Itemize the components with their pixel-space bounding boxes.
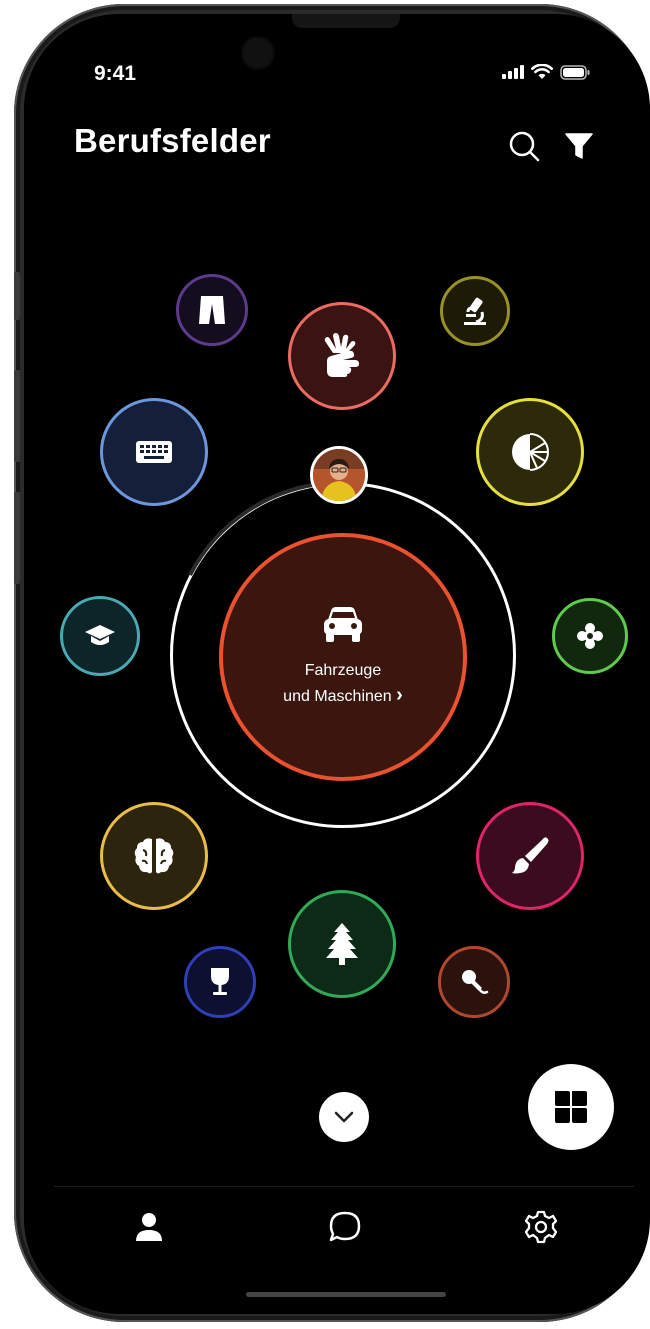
top-notch — [292, 14, 400, 28]
graduation-cap-icon — [85, 625, 115, 645]
selected-field-label-line2-text: und Maschinen — [283, 688, 392, 705]
page-title: Berufsfelder — [74, 122, 271, 159]
search-icon — [509, 131, 540, 162]
selected-field-label: Fahrzeuge und Maschinen › — [283, 659, 403, 709]
selected-field-button[interactable]: Fahrzeuge und Maschinen › — [219, 533, 467, 781]
field-sign-language[interactable] — [288, 302, 396, 410]
keyboard-icon — [136, 441, 172, 463]
cellular-signal-icon — [502, 65, 524, 79]
field-it[interactable] — [100, 398, 208, 506]
field-economy[interactable] — [476, 398, 584, 506]
field-education[interactable] — [60, 596, 140, 676]
paintbrush-icon — [512, 837, 549, 874]
brain-icon — [134, 838, 174, 874]
profile-icon — [136, 1213, 162, 1241]
chart-icon — [512, 433, 549, 471]
filter-icon — [565, 133, 593, 159]
field-media[interactable] — [438, 946, 510, 1018]
grid-view-icon — [555, 1091, 587, 1123]
app-screen: 9:41 Berufsfelder Fahrzeuge und Maschine… — [24, 14, 650, 1314]
sign-language-icon — [324, 333, 359, 377]
wine-glass-icon — [211, 968, 229, 995]
status-time: 9:41 — [94, 62, 137, 85]
tab-settings[interactable] — [518, 1204, 564, 1250]
field-psychology[interactable] — [100, 802, 208, 910]
wifi-icon — [531, 64, 553, 79]
field-laboratory[interactable] — [440, 276, 510, 346]
grid-view-button[interactable] — [528, 1064, 614, 1150]
field-nature[interactable] — [552, 598, 628, 674]
tabbar-divider — [54, 1186, 634, 1187]
field-forestry[interactable] — [288, 890, 396, 998]
tab-chat[interactable] — [322, 1204, 368, 1250]
field-art[interactable] — [476, 802, 584, 910]
car-icon — [324, 607, 362, 642]
gear-icon — [524, 1210, 558, 1244]
battery-icon — [560, 64, 590, 80]
chat-bubble-icon — [329, 1211, 361, 1242]
chevron-right-icon: › — [396, 684, 403, 706]
home-indicator — [246, 1292, 446, 1297]
volume-up-button — [14, 370, 20, 462]
silent-switch — [14, 272, 20, 320]
microscope-icon — [464, 297, 486, 325]
field-gastronomy[interactable] — [184, 946, 256, 1018]
selected-field-label-line2: und Maschinen › — [283, 683, 403, 709]
front-camera — [243, 38, 273, 68]
tree-icon — [326, 923, 358, 965]
tab-profile[interactable] — [126, 1204, 172, 1250]
clothing-icon — [199, 296, 225, 324]
volume-down-button — [14, 492, 20, 584]
chevron-down-icon — [334, 1111, 354, 1123]
filter-button[interactable] — [559, 126, 599, 166]
user-avatar[interactable] — [310, 446, 368, 504]
status-icons — [502, 64, 590, 80]
search-button[interactable] — [504, 126, 544, 166]
selected-field-label-line1: Fahrzeuge — [304, 662, 382, 679]
scroll-down-button[interactable] — [319, 1092, 369, 1142]
flower-icon — [577, 623, 603, 649]
microphone-icon — [462, 970, 489, 994]
avatar-photo — [313, 449, 365, 501]
field-clothing[interactable] — [176, 274, 248, 346]
